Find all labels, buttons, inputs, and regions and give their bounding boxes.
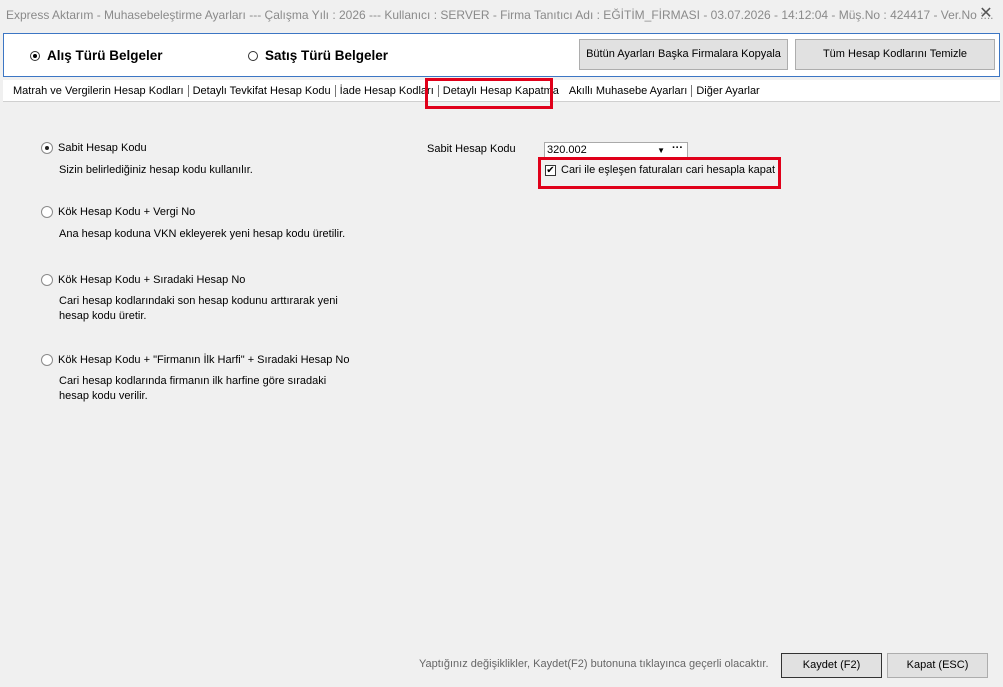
option-fixed-code[interactable]: Sabit Hesap Kodu: [41, 142, 147, 154]
copy-settings-button[interactable]: Bütün Ayarları Başka Firmalara Kopyala: [579, 39, 788, 70]
option-label: Kök Hesap Kodu + Sıradaki Hesap No: [58, 274, 246, 286]
option-root-vkn[interactable]: Kök Hesap Kodu + Vergi No: [41, 206, 195, 218]
close-button[interactable]: Kapat (ESC): [887, 653, 988, 678]
option-root-first-letter[interactable]: Kök Hesap Kodu + "Firmanın İlk Harfi" + …: [41, 354, 350, 366]
active-tab-highlight: [425, 78, 553, 109]
checkbox-highlight: [538, 157, 781, 189]
dropdown-arrow-icon[interactable]: ▼: [657, 143, 665, 158]
option-description: Cari hesap kodlarında firmanın ilk harfi…: [59, 375, 327, 402]
save-button[interactable]: Kaydet (F2): [781, 653, 882, 678]
document-type-panel: Alış Türü Belgeler Satış Türü Belgeler B…: [3, 33, 1000, 77]
fixed-code-label: Sabit Hesap Kodu: [427, 143, 516, 155]
option-label: Kök Hesap Kodu + Vergi No: [58, 206, 196, 218]
option-description: Ana hesap koduna VKN ekleyerek yeni hesa…: [59, 228, 346, 240]
radio-checked-icon: [30, 50, 40, 61]
radio-unchecked-icon: [41, 354, 53, 366]
tab-iade[interactable]: İade Hesap Kodları: [336, 80, 438, 102]
tab-diger-ayarlar[interactable]: Diğer Ayarlar: [692, 80, 763, 102]
option-label: Sabit Hesap Kodu: [58, 142, 147, 154]
clear-codes-button[interactable]: Tüm Hesap Kodlarını Temizle: [795, 39, 995, 70]
tab-matrah[interactable]: Matrah ve Vergilerin Hesap Kodları: [3, 80, 188, 102]
radio-checked-icon: [41, 142, 53, 154]
radio-unchecked-icon: [41, 206, 53, 218]
radio-unchecked-icon: [248, 50, 258, 61]
window-title-bar: Express Aktarım - Muhasebeleştirme Ayarl…: [0, 0, 1003, 30]
purchase-docs-radio[interactable]: Alış Türü Belgeler: [30, 48, 163, 63]
option-label: Kök Hesap Kodu + "Firmanın İlk Harfi" + …: [58, 354, 350, 366]
purchase-docs-label: Alış Türü Belgeler: [47, 48, 163, 63]
save-hint-text: Yaptığınız değişiklikler, Kaydet(F2) but…: [419, 658, 769, 670]
tab-tevkifat[interactable]: Detaylı Tevkifat Hesap Kodu: [189, 80, 335, 102]
option-description: Sizin belirlediğiniz hesap kodu kullanıl…: [59, 164, 253, 176]
tab-akilli-muhasebe[interactable]: Akıllı Muhasebe Ayarları: [563, 80, 691, 102]
more-options-icon[interactable]: ···: [672, 141, 683, 155]
radio-unchecked-icon: [41, 274, 53, 286]
sales-docs-label: Satış Türü Belgeler: [265, 48, 389, 63]
option-description: Cari hesap kodlarındaki son hesap kodunu…: [59, 295, 338, 322]
fixed-code-combobox[interactable]: 320.002 ▼ ···: [544, 142, 688, 158]
fixed-code-value: 320.002: [547, 144, 587, 156]
window-title: Express Aktarım - Muhasebeleştirme Ayarl…: [6, 8, 994, 22]
sales-docs-radio[interactable]: Satış Türü Belgeler: [248, 48, 388, 63]
option-root-next-no[interactable]: Kök Hesap Kodu + Sıradaki Hesap No: [41, 274, 245, 286]
close-icon[interactable]: ✕: [977, 5, 995, 23]
